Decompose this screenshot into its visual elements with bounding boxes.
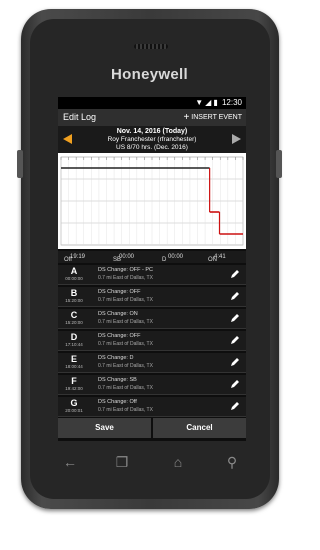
- event-time: 18:00:44: [65, 364, 83, 369]
- wifi-icon: ▼: [195, 98, 204, 107]
- event-time: 00:00:00: [65, 276, 83, 281]
- event-letter: D: [70, 332, 78, 342]
- right-side-button[interactable]: [276, 150, 282, 178]
- event-row[interactable]: A 00:00:00 DS Change: OFF - PC 0.7 mi Ea…: [58, 265, 246, 285]
- hardware-nav-keys: ← ❐ ⌂ ⚲: [58, 452, 246, 474]
- back-icon[interactable]: ←: [62, 454, 78, 470]
- event-time: 19:42:00: [65, 386, 83, 391]
- event-letter: C: [70, 310, 78, 320]
- event-row[interactable]: C 15:20:00 DS Change: ON 0.7 mi East of …: [58, 309, 246, 329]
- event-time: 15:20:00: [65, 298, 83, 303]
- total-on-label: ON: [208, 257, 217, 263]
- next-day-arrow-icon[interactable]: [232, 134, 241, 144]
- total-sb-label: SB: [113, 257, 122, 263]
- event-description: DS Change: SB: [98, 377, 137, 383]
- event-location: 0.7 mi East of Dallas, TX: [98, 341, 153, 347]
- total-on: ON 4:41: [208, 254, 226, 263]
- date-info: Nov. 14, 2016 (Today) Roy Franchester (r…: [76, 128, 228, 152]
- brand-logo: Honeywell: [111, 66, 188, 83]
- duty-status-graph: [60, 156, 244, 246]
- status-icons: ▼ ◢ ▮ 12:30: [193, 98, 242, 107]
- edit-pencil-icon[interactable]: [230, 313, 240, 323]
- event-time: 20:00:01: [65, 408, 83, 413]
- edit-pencil-icon[interactable]: [230, 357, 240, 367]
- event-location: 0.7 mi East of Dallas, TX: [98, 297, 153, 303]
- search-icon[interactable]: ⚲: [224, 454, 240, 470]
- event-description: DS Change: D: [98, 355, 134, 361]
- event-location: 0.7 mi East of Dallas, TX: [98, 363, 153, 369]
- signal-icon: ◢: [205, 98, 212, 107]
- status-bar: ▼ ◢ ▮ 12:30: [58, 97, 246, 109]
- duty-status-chart: [58, 153, 246, 249]
- left-side-button[interactable]: [17, 150, 23, 178]
- log-date: Nov. 14, 2016 (Today): [116, 128, 188, 135]
- total-d-value: 00:00: [168, 254, 184, 260]
- title-bar: Edit Log + INSERT EVENT: [58, 109, 246, 126]
- app-screen: ▼ ◢ ▮ 12:30 Edit Log + INSERT EVENT Nov. 14…: [58, 97, 246, 441]
- total-d-label: D: [162, 257, 167, 263]
- driver-name: Roy Franchester (rfranchester): [107, 136, 197, 143]
- event-row[interactable]: B 15:20:00 DS Change: OFF 0.7 mi East of…: [58, 287, 246, 307]
- total-off-value: 19:19: [70, 254, 86, 260]
- event-list: A 00:00:00 DS Change: OFF - PC 0.7 mi Ea…: [58, 265, 246, 419]
- edit-pencil-icon[interactable]: [230, 379, 240, 389]
- event-row[interactable]: E 18:00:44 DS Change: D 0.7 mi East of D…: [58, 353, 246, 373]
- date-navigation: Nov. 14, 2016 (Today) Roy Franchester (r…: [58, 126, 246, 153]
- insert-event-button[interactable]: + INSERT EVENT: [183, 112, 242, 123]
- save-button[interactable]: Save: [58, 418, 151, 438]
- event-row[interactable]: D 17:10:44 DS Change: OFF 0.7 mi East of…: [58, 331, 246, 351]
- page-title: Edit Log: [63, 112, 97, 122]
- total-sb-value: 00:00: [119, 254, 135, 260]
- edit-pencil-icon[interactable]: [230, 335, 240, 345]
- cycle-info: US 8/70 hrs. (Dec. 2016): [116, 144, 188, 151]
- previous-day-arrow-icon[interactable]: [63, 134, 72, 144]
- speaker-grille: [134, 44, 168, 49]
- event-description: DS Change: OFF: [98, 289, 141, 295]
- event-description: DS Change: ON: [98, 311, 138, 317]
- event-letter: B: [70, 288, 78, 298]
- status-time: 12:30: [221, 98, 242, 107]
- event-letter: A: [70, 266, 78, 276]
- event-description: DS Change: Off: [98, 399, 137, 405]
- event-letter: F: [71, 376, 77, 386]
- event-row[interactable]: F 19:42:00 DS Change: SB 0.7 mi East of …: [58, 375, 246, 395]
- home-icon[interactable]: ⌂: [170, 454, 186, 470]
- total-sb: SB 00:00: [113, 254, 135, 263]
- event-description: DS Change: OFF: [98, 333, 141, 339]
- edit-pencil-icon[interactable]: [230, 401, 240, 411]
- event-description: DS Change: OFF - PC: [98, 267, 154, 273]
- event-time: 17:10:44: [65, 342, 83, 347]
- event-letter: G: [70, 398, 78, 408]
- event-location: 0.7 mi East of Dallas, TX: [98, 275, 153, 281]
- total-off: Off 19:19: [64, 254, 86, 263]
- event-row[interactable]: G 20:00:01 DS Change: Off 0.7 mi East of…: [58, 397, 246, 417]
- event-location: 0.7 mi East of Dallas, TX: [98, 319, 153, 325]
- battery-icon: ▮: [213, 98, 218, 107]
- plus-icon: +: [183, 112, 190, 123]
- cancel-button[interactable]: Cancel: [153, 418, 246, 438]
- recent-apps-icon[interactable]: ❐: [114, 454, 130, 470]
- event-location: 0.7 mi East of Dallas, TX: [98, 385, 153, 391]
- total-off-label: Off: [64, 257, 72, 263]
- total-d: D 00:00: [162, 254, 184, 263]
- edit-pencil-icon[interactable]: [230, 291, 240, 301]
- event-letter: E: [70, 354, 77, 364]
- event-location: 0.7 mi East of Dallas, TX: [98, 407, 153, 413]
- edit-pencil-icon[interactable]: [230, 269, 240, 279]
- action-bar: Save Cancel: [58, 418, 246, 438]
- event-time: 15:20:00: [65, 320, 83, 325]
- duty-totals: Off 19:19 SB 00:00 D 00:00 ON 4:41: [58, 251, 246, 263]
- insert-event-label: INSERT EVENT: [191, 114, 242, 121]
